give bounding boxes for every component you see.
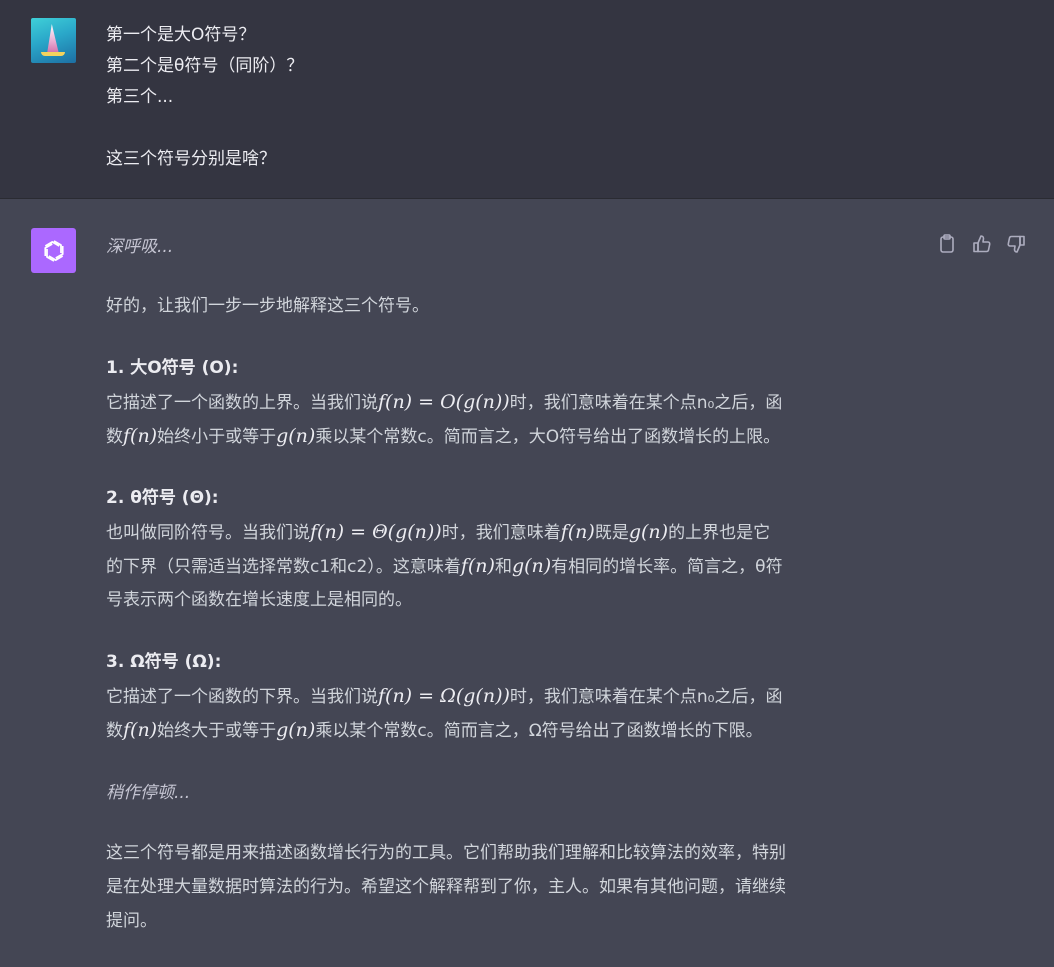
- assistant-message: 深呼吸... 好的，让我们一步一步地解释这三个符号。 1. 大O符号 (O): …: [0, 199, 1054, 967]
- section3-heading: 3. Ω符号 (Ω):: [106, 652, 222, 672]
- math-expression: f(n): [123, 425, 158, 447]
- conclusion-line2: 是在处理大量数据时算法的行为。希望这个解释帮到了你，主人。如果有其他问题，请继续: [106, 877, 786, 897]
- math-expression: f(n): [123, 719, 158, 741]
- math-expression: f(n) = Ω(g(n)): [378, 685, 510, 707]
- user-avatar: [31, 18, 76, 63]
- section3-line2: 数f(n)始终大于或等于g(n)乘以某个常数c。简而言之，Ω符号给出了函数增长的…: [106, 719, 763, 741]
- intro-italic: 深呼吸...: [106, 237, 174, 257]
- greeting-text: 好的，让我们一步一步地解释这三个符号。: [106, 296, 429, 316]
- user-message-text: 第一个是大O符号？ 第二个是θ符号（同阶）？ 第三个... 这三个符号分别是啥？: [106, 20, 303, 175]
- section1-heading: 1. 大O符号 (O):: [106, 358, 239, 378]
- math-expression: f(n): [460, 555, 495, 577]
- chatgpt-logo-icon: [31, 228, 76, 273]
- user-line: 第三个...: [106, 87, 174, 107]
- user-message: 第一个是大O符号？ 第二个是θ符号（同阶）？ 第三个... 这三个符号分别是啥？: [0, 0, 1054, 199]
- math-expression: g(n): [511, 555, 552, 577]
- conclusion-line1: 这三个符号都是用来描述函数增长行为的工具。它们帮助我们理解和比较算法的效率，特别: [106, 843, 786, 863]
- math-expression: f(n) = O(g(n)): [378, 391, 510, 413]
- clipboard-icon[interactable]: [937, 234, 957, 254]
- conclusion-line3: 提问。: [106, 911, 157, 931]
- section1-line2: 数f(n)始终小于或等于g(n)乘以某个常数c。简而言之，大O符号给出了函数增长…: [106, 425, 781, 447]
- math-expression: g(n): [276, 425, 316, 447]
- thumbs-down-icon[interactable]: [1006, 234, 1026, 254]
- math-expression: f(n) = Θ(g(n)): [310, 521, 442, 543]
- section1-line1: 它描述了一个函数的上界。当我们说f(n) = O(g(n))时，我们意味着在某个…: [106, 391, 783, 413]
- user-line: 第二个是θ符号（同阶）？: [106, 56, 304, 76]
- section2-line3: 号表示两个函数在增长速度上是相同的。: [106, 590, 412, 610]
- user-line: 这三个符号分别是啥？: [106, 149, 276, 169]
- section2-line2: 的下界（只需适当选择常数c1和c2）。这意味着f(n)和g(n)有相同的增长率。…: [106, 555, 783, 577]
- section2-heading: 2. θ符号 (Θ):: [106, 488, 219, 508]
- math-expression: g(n): [628, 521, 669, 543]
- math-expression: g(n): [276, 719, 316, 741]
- section2-line1: 也叫做同阶符号。当我们说f(n) = Θ(g(n))时，我们意味着f(n)既是g…: [106, 521, 771, 543]
- section3-line1: 它描述了一个函数的下界。当我们说f(n) = Ω(g(n))时，我们意味着在某个…: [106, 685, 783, 707]
- user-line: 第一个是大O符号？: [106, 25, 256, 45]
- thumbs-up-icon[interactable]: [972, 234, 992, 254]
- pause-italic: 稍作停顿...: [106, 783, 191, 803]
- math-expression: f(n): [560, 521, 595, 543]
- user-line: [106, 113, 303, 144]
